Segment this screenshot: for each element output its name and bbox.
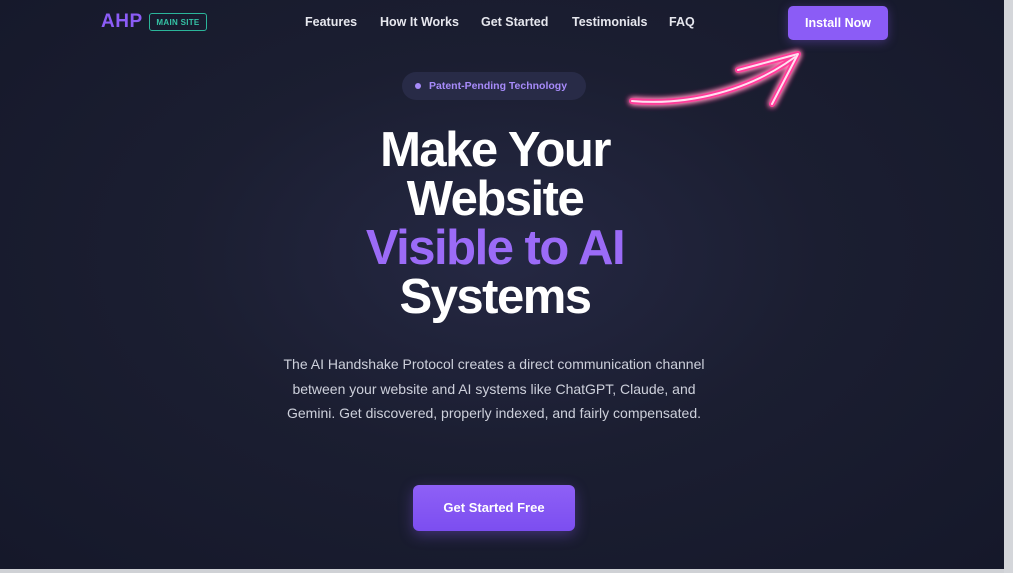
nav-link-faq[interactable]: FAQ bbox=[669, 15, 695, 29]
nav-link-get-started[interactable]: Get Started bbox=[481, 15, 548, 29]
headline-line-2: Website bbox=[406, 172, 585, 226]
nav-link-how-it-works[interactable]: How It Works bbox=[380, 15, 459, 29]
scrollbar-track[interactable] bbox=[1004, 0, 1013, 573]
headline-line-1: Make Your bbox=[380, 123, 611, 177]
get-started-free-button[interactable]: Get Started Free bbox=[413, 485, 575, 531]
brand-logo[interactable]: AHP bbox=[101, 11, 143, 33]
hero-headline: Make Your Website Visible to AI Systems bbox=[222, 126, 768, 322]
hero-description: The AI Handshake Protocol creates a dire… bbox=[283, 356, 705, 422]
page-viewport: AHP MAIN SITE Features How It Works Get … bbox=[0, 0, 1004, 569]
nav-link-features[interactable]: Features bbox=[305, 15, 357, 29]
patent-pending-pill: Patent-Pending Technology bbox=[402, 72, 586, 100]
window-bottom-edge bbox=[0, 569, 1004, 573]
nav-link-testimonials[interactable]: Testimonials bbox=[572, 15, 647, 29]
pill-label: Patent-Pending Technology bbox=[429, 80, 568, 92]
main-site-badge[interactable]: MAIN SITE bbox=[149, 13, 207, 31]
neon-arrow-icon bbox=[629, 51, 801, 107]
headline-line-4: Systems bbox=[399, 270, 592, 324]
dot-icon bbox=[415, 83, 421, 89]
headline-line-3-highlight: Visible to AI bbox=[365, 221, 626, 275]
install-now-button[interactable]: Install Now bbox=[788, 6, 888, 40]
